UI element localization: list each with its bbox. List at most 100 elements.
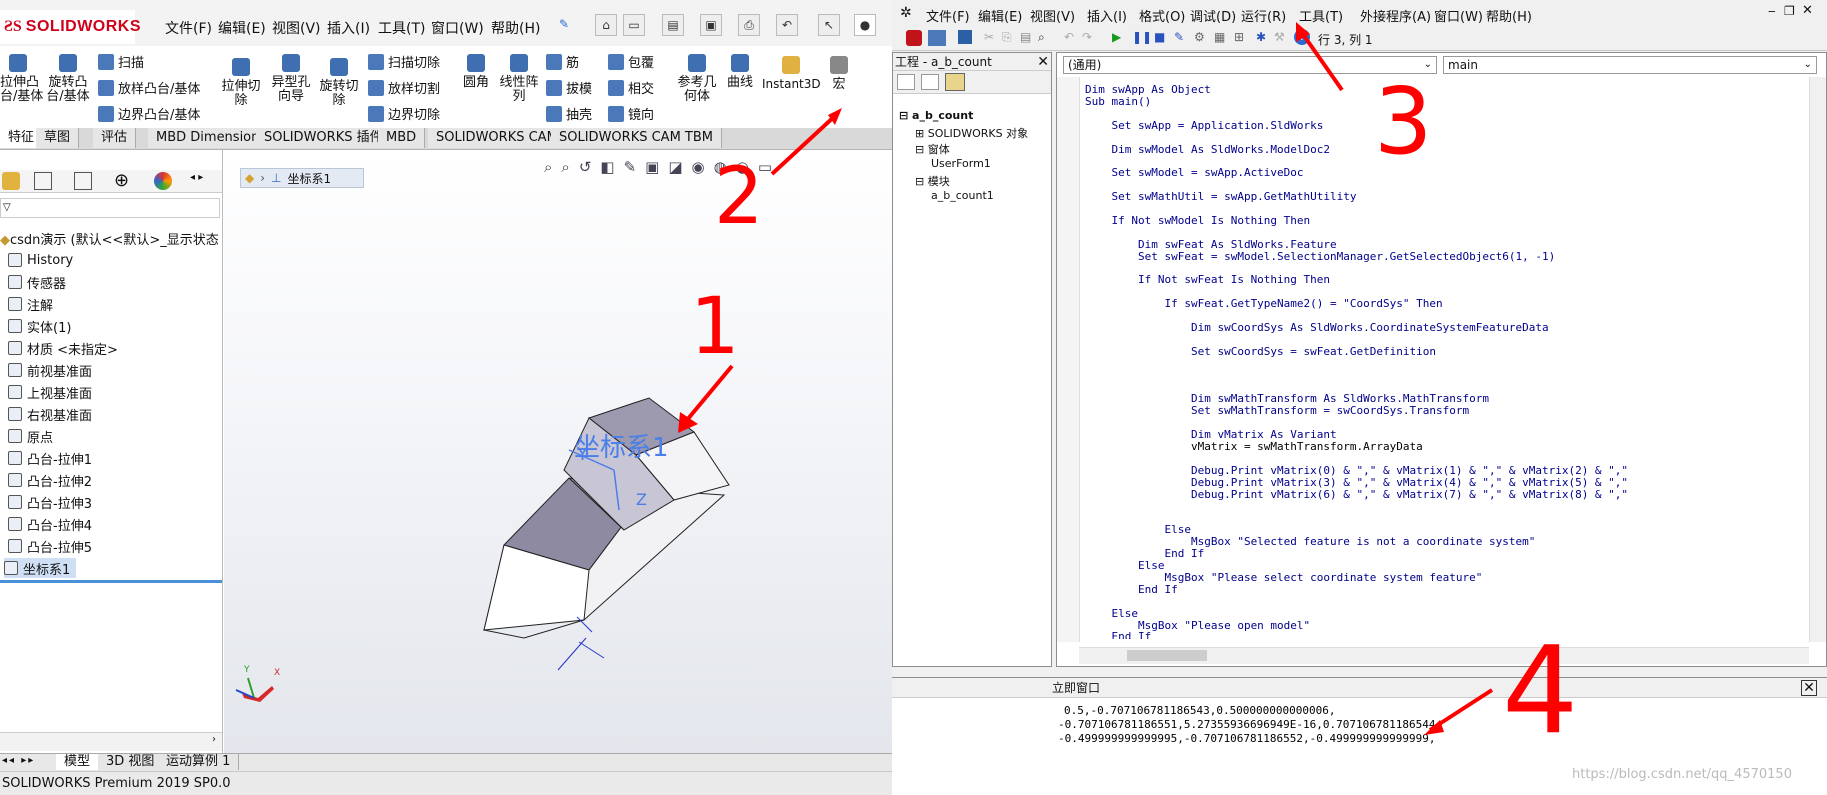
vba-menu-item[interactable]: 编辑(E) bbox=[978, 6, 1022, 25]
project-root[interactable]: ⊟ a_b_count bbox=[899, 109, 973, 122]
view-object-icon[interactable] bbox=[921, 74, 939, 90]
intersect-button[interactable]: 相交 bbox=[608, 78, 654, 97]
vba-menu-item[interactable]: 调试(D) bbox=[1190, 6, 1236, 25]
rollback-bar[interactable] bbox=[0, 580, 222, 583]
undo-icon[interactable]: ↶ bbox=[776, 14, 798, 36]
restore-icon[interactable]: ❐ bbox=[1784, 4, 1795, 18]
tree-item[interactable]: 实体(1) bbox=[8, 316, 71, 336]
shell-button[interactable]: 抽壳 bbox=[546, 104, 592, 123]
rib-button[interactable]: 筋 bbox=[546, 52, 579, 71]
properties-window-icon[interactable]: ▦ bbox=[1214, 30, 1225, 44]
code-line[interactable]: If Not swModel Is Nothing Then bbox=[1085, 214, 1310, 227]
code-line[interactable]: Set swModel = swApp.ActiveDoc bbox=[1085, 166, 1303, 179]
close-icon[interactable]: ✕ bbox=[1037, 53, 1049, 71]
code-line[interactable]: Set swApp = Application.SldWorks bbox=[1085, 119, 1323, 132]
tab-sw-cam-tbm[interactable]: SOLIDWORKS CAM TBM bbox=[551, 128, 722, 148]
insert-userform-icon[interactable] bbox=[928, 30, 946, 46]
help-icon[interactable]: ? bbox=[1294, 29, 1310, 45]
configuration-manager-tab-icon[interactable] bbox=[74, 172, 92, 190]
graphics-area[interactable]: ◆ › ⊥ 坐标系1 ⌕ ⌕ ↺ ◧ ✎ ▣ ◪ ◉ ◍ ◒ ▭ 坐标系1 Y … bbox=[224, 150, 892, 753]
boundary-boss-button[interactable]: 边界凸台/基体 bbox=[98, 104, 200, 123]
tree-item[interactable]: 右视基准面 bbox=[8, 404, 92, 424]
vba-menu-item[interactable]: 插入(I) bbox=[1087, 6, 1127, 25]
code-line[interactable]: Dim swModel As SldWorks.ModelDoc2 bbox=[1085, 143, 1330, 156]
loft-cut-button[interactable]: 放样切割 bbox=[368, 78, 440, 97]
tree-item[interactable]: 注解 bbox=[8, 294, 53, 314]
cut-icon[interactable]: ✂ bbox=[984, 30, 994, 44]
vba-menu-item[interactable]: 帮助(H) bbox=[1486, 6, 1532, 25]
vba-menu-item[interactable]: 运行(R) bbox=[1241, 6, 1286, 25]
hole-wizard-button[interactable]: 异型孔 向导 bbox=[268, 54, 314, 104]
project-folder[interactable]: ⊞ SOLIDWORKS 对象 bbox=[915, 125, 1028, 141]
break-icon[interactable]: ❚❚ bbox=[1132, 30, 1152, 44]
tree-item[interactable]: 前视基准面 bbox=[8, 360, 92, 380]
instant3d-button[interactable]: Instant3D bbox=[762, 56, 821, 91]
vba-menu-item[interactable]: 文件(F) bbox=[926, 6, 970, 25]
tab-model[interactable]: 模型 bbox=[56, 754, 100, 770]
tree-item[interactable]: 凸台-拉伸3 bbox=[8, 492, 92, 512]
home-icon[interactable]: ⌂ bbox=[595, 14, 617, 36]
linear-pattern-button[interactable]: 线性阵 列 bbox=[496, 54, 542, 104]
tab-scroll-arrows-icon[interactable]: ◂ ▸ bbox=[190, 172, 203, 183]
tree-filter-input[interactable]: ▽ bbox=[0, 198, 220, 218]
tree-expand-icon[interactable]: ⊟ bbox=[915, 143, 928, 156]
tab-mbd[interactable]: MBD bbox=[378, 128, 426, 148]
close-icon[interactable]: ✕ bbox=[1802, 3, 1813, 18]
revolve-boss-button[interactable]: 旋转凸 台/基体 bbox=[44, 54, 92, 104]
sw-menu-edit[interactable]: 编辑(E) bbox=[218, 18, 266, 38]
draft-button[interactable]: 拔模 bbox=[546, 78, 592, 97]
procedure-combo[interactable]: main ⌄ bbox=[1443, 56, 1817, 74]
design-mode-icon[interactable]: ✎ bbox=[1174, 30, 1184, 44]
tab-motion-study[interactable]: 运动算例 1 bbox=[158, 754, 240, 770]
project-explorer-icon[interactable]: ⚙ bbox=[1194, 30, 1205, 44]
minimize-icon[interactable]: ‒ bbox=[1768, 4, 1776, 18]
chevron-down-icon[interactable]: ⌄ bbox=[1804, 57, 1812, 73]
code-line[interactable]: Sub main() bbox=[1085, 95, 1151, 108]
tab-sw-addins[interactable]: SOLIDWORKS 插件 bbox=[256, 128, 392, 148]
sw-menu-window[interactable]: 窗口(W) bbox=[431, 18, 484, 38]
property-manager-tab-icon[interactable] bbox=[34, 172, 52, 190]
loft-boss-button[interactable]: 放样凸台/基体 bbox=[98, 78, 200, 97]
tree-item[interactable]: 传感器 bbox=[8, 272, 66, 292]
toolbox-icon[interactable]: ✱ bbox=[1256, 30, 1266, 44]
code-line[interactable]: Dim swCoordSys As SldWorks.CoordinateSys… bbox=[1085, 321, 1549, 334]
code-line[interactable]: Set swCoordSys = swFeat.GetDefinition bbox=[1085, 345, 1436, 358]
copy-icon[interactable]: ⎘ bbox=[1002, 30, 1012, 45]
project-item[interactable]: UserForm1 bbox=[931, 157, 991, 170]
tree-hscrollbar[interactable]: › bbox=[0, 732, 222, 751]
tab-nav-arrows-icon[interactable]: ◂◂ ▸▸ bbox=[2, 755, 35, 766]
close-icon[interactable]: ✕ bbox=[1801, 680, 1817, 696]
tree-expand-icon[interactable]: ⊟ bbox=[899, 109, 912, 122]
tree-item[interactable]: 原点 bbox=[8, 426, 53, 446]
vba-menu-item[interactable]: 外接程序(A) bbox=[1360, 6, 1431, 25]
hscroll-thumb[interactable] bbox=[1127, 650, 1207, 661]
tab-3d-views[interactable]: 3D 视图 bbox=[98, 754, 164, 770]
code-vscrollbar[interactable] bbox=[1809, 77, 1826, 642]
code-line[interactable]: If swFeat.GetTypeName2() = "CoordSys" Th… bbox=[1085, 297, 1442, 310]
select-icon[interactable]: ↖ bbox=[818, 14, 840, 36]
wrap-button[interactable]: 包覆 bbox=[608, 52, 654, 71]
find-icon[interactable]: ⌕ bbox=[1038, 30, 1045, 45]
fillet-button[interactable]: 圆角 bbox=[458, 54, 494, 90]
scroll-right-icon[interactable]: › bbox=[212, 734, 216, 745]
code-hscrollbar[interactable] bbox=[1079, 647, 1809, 664]
open-icon[interactable]: ▤ bbox=[662, 14, 684, 36]
new-icon[interactable]: ▭ bbox=[623, 14, 645, 36]
solidworks-view-icon[interactable] bbox=[906, 30, 922, 46]
tree-item[interactable]: 凸台-拉伸1 bbox=[8, 448, 92, 468]
tree-root[interactable]: ◆csdn演示 (默认<<默认>_显示状态 1>) bbox=[0, 229, 247, 248]
tree-item[interactable]: 材质 <未指定> bbox=[8, 338, 118, 358]
print-icon[interactable]: ⎙ bbox=[738, 14, 760, 36]
tree-item[interactable]: 凸台-拉伸4 bbox=[8, 514, 92, 534]
tab-sw-cam[interactable]: SOLIDWORKS CAM bbox=[428, 128, 567, 148]
code-line[interactable]: Debug.Print vMatrix(6) & "," & vMatrix(7… bbox=[1085, 488, 1628, 501]
tree-item[interactable]: 凸台-拉伸5 bbox=[8, 536, 92, 556]
rebuild-traffic-light-icon[interactable]: ● bbox=[854, 14, 876, 36]
toggle-folders-icon[interactable] bbox=[945, 73, 965, 91]
sw-menu-tools[interactable]: 工具(T) bbox=[378, 18, 425, 38]
boundary-cut-button[interactable]: 边界切除 bbox=[368, 104, 440, 123]
code-line[interactable]: Set swFeat = swModel.SelectionManager.Ge… bbox=[1085, 250, 1555, 263]
reference-geometry-button[interactable]: 参考几 何体 bbox=[674, 54, 720, 104]
vba-menu-item[interactable]: 格式(O) bbox=[1139, 6, 1185, 25]
code-line[interactable]: If Not swFeat Is Nothing Then bbox=[1085, 273, 1330, 286]
